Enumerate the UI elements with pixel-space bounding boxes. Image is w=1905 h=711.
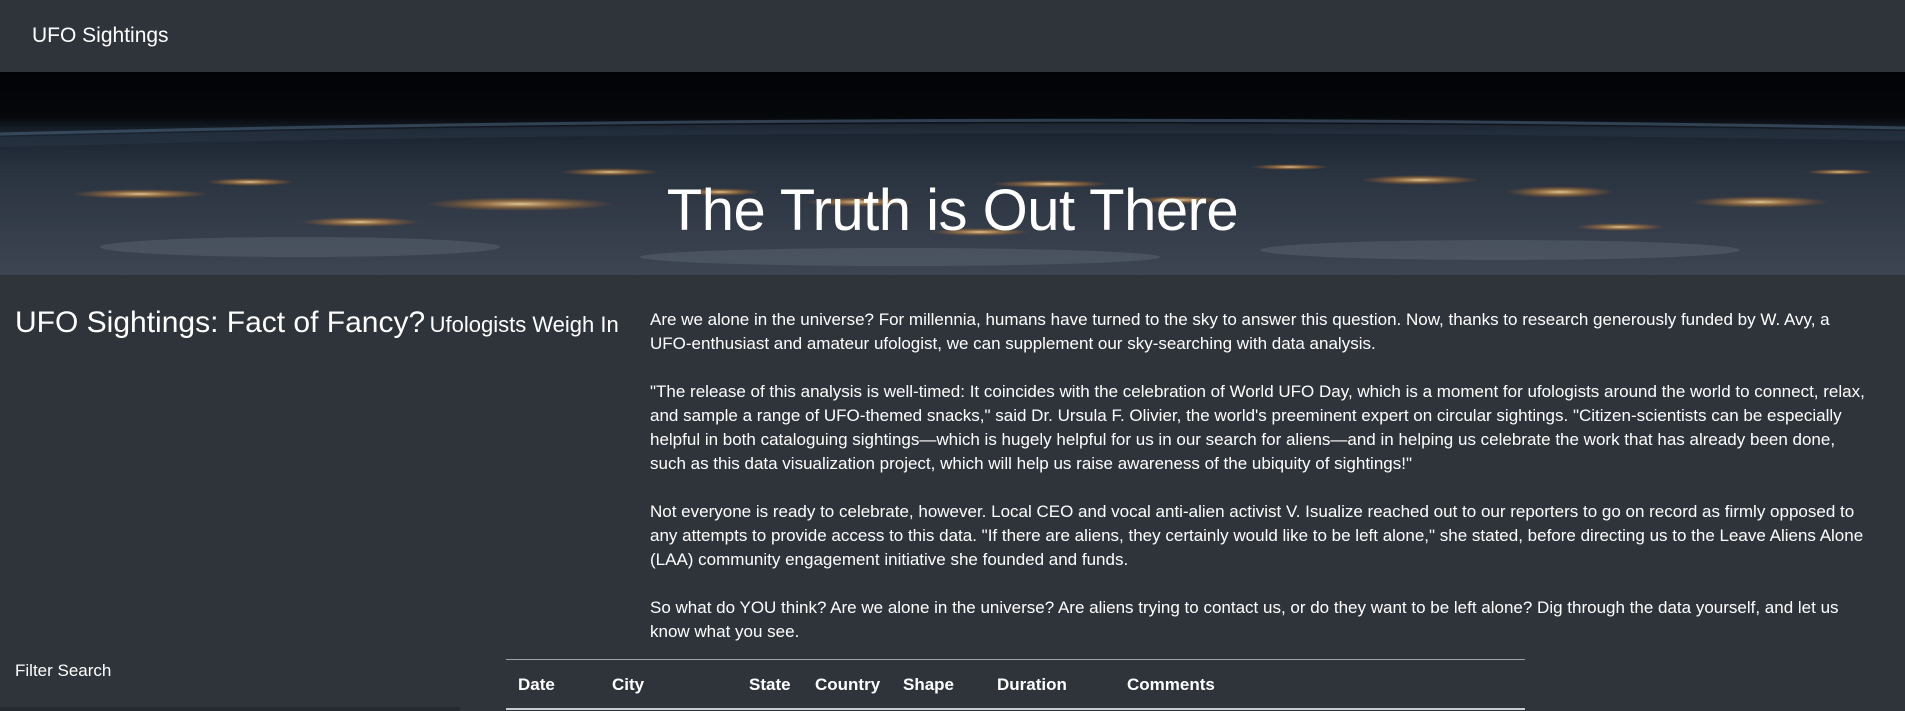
page-heading: UFO Sightings: Fact of Fancy? Ufologists… <box>15 306 619 340</box>
page-heading-main: UFO Sightings: Fact of Fancy? <box>15 306 426 339</box>
article-paragraph: Are we alone in the universe? For millen… <box>650 310 1830 353</box>
column-header-state: State <box>749 675 791 694</box>
hero-banner: The Truth is Out There <box>0 72 1905 275</box>
column-header-date: Date <box>518 675 555 694</box>
article-body: Are we alone in the universe? For millen… <box>650 308 1875 668</box>
column-header-duration: Duration <box>997 675 1067 694</box>
column-header-country: Country <box>815 675 881 694</box>
sightings-table: Date City State Country Shape Duration C… <box>506 659 1525 707</box>
column-header-shape: Shape <box>903 675 955 694</box>
table-header-divider <box>506 708 1525 710</box>
navbar-brand-link[interactable]: UFO Sightings <box>32 24 169 48</box>
article-paragraph: Not everyone is ready to celebrate, howe… <box>650 502 1864 569</box>
filter-search-label: Filter Search <box>15 661 112 680</box>
hero-title: The Truth is Out There <box>666 177 1239 243</box>
table-header-row: Date City State Country Shape Duration C… <box>506 660 1327 707</box>
column-header-city: City <box>612 675 645 694</box>
filter-panel-edge <box>0 707 460 711</box>
page-heading-sub: Ufologists Weigh In <box>429 312 619 337</box>
column-header-comments: Comments <box>1127 675 1215 694</box>
earth-night-image <box>0 72 1905 275</box>
article-paragraph: "The release of this analysis is well-ti… <box>650 382 1865 473</box>
article-paragraph: So what do YOU think? Are we alone in th… <box>650 598 1839 641</box>
navbar: UFO Sightings <box>0 0 1905 72</box>
